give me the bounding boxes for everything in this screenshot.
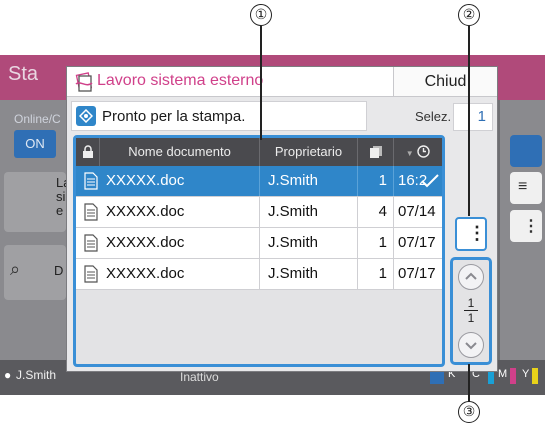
callout-2-line: [468, 26, 470, 216]
column-header-owner[interactable]: Proprietario: [260, 138, 358, 166]
ready-icon: [76, 106, 96, 126]
cell-owner: J.Smith: [260, 259, 358, 289]
table-row[interactable]: XXXXX.doc J.Smith 1 16:2: [76, 166, 442, 197]
magnifier-check-icon: ⌕: [10, 259, 21, 279]
ink-m-label: M: [498, 368, 508, 380]
list-icon: ≡: [518, 178, 528, 195]
callout-1: ①: [250, 4, 272, 26]
close-button[interactable]: Chiud: [393, 67, 497, 96]
selection-count: 1: [453, 103, 493, 131]
total-pages: 1: [467, 311, 475, 325]
current-page: 1: [464, 296, 478, 311]
status-text: Pronto per la stampa.: [102, 108, 246, 125]
background-title: Sta: [8, 63, 39, 85]
job-list-table: Nome documento Proprietario ▼ XXXXX.doc J…: [73, 135, 445, 367]
user-name: J.Smith: [16, 368, 57, 382]
time-value: 07/14: [398, 203, 436, 220]
selection-label: Selez.: [415, 109, 452, 124]
table-row[interactable]: XXXXX.doc J.Smith 4 07/14: [76, 197, 442, 228]
cell-copies: 1: [358, 166, 394, 196]
callout-1-line: [260, 26, 262, 140]
dialog-titlebar: Lavoro sistema esterno Chiud: [67, 67, 497, 97]
table-row[interactable]: XXXXX.doc J.Smith 1 07/17: [76, 259, 442, 290]
callout-3: ③: [458, 401, 480, 423]
device-status: Inattivo: [180, 370, 219, 384]
page-down-button[interactable]: [458, 332, 484, 358]
page-scroller: 1 1: [450, 257, 492, 365]
cell-document-name: XXXXX.doc: [76, 197, 260, 227]
cell-document-name: XXXXX.doc: [76, 259, 260, 289]
document-icon: [84, 234, 98, 252]
cell-copies: 1: [358, 259, 394, 289]
chevron-up-icon: [465, 272, 477, 280]
status-bar: Pronto per la stampa.: [71, 101, 367, 131]
column-header-copies[interactable]: [358, 138, 394, 166]
table-row[interactable]: XXXXX.doc J.Smith 1 07/17: [76, 228, 442, 259]
callout-3-line: [468, 364, 470, 402]
cell-copies: 1: [358, 228, 394, 258]
online-on-button[interactable]: ON: [14, 130, 56, 158]
chevron-down-icon: [465, 342, 477, 350]
cell-time: 07/14: [394, 197, 442, 227]
background-search-button[interactable]: ⌕ D: [4, 245, 66, 300]
kebab-icon: ⋮: [523, 218, 539, 235]
cell-copies: 4: [358, 197, 394, 227]
cell-time: 07/17: [394, 259, 442, 289]
page-up-button[interactable]: [458, 264, 484, 290]
column-header-time[interactable]: ▼: [394, 138, 442, 166]
sort-arrow-icon: ▼: [405, 149, 414, 158]
dialog-title: Lavoro sistema esterno: [97, 72, 264, 89]
background-menu-button[interactable]: ⋮: [510, 210, 542, 242]
document-icon: [84, 172, 98, 190]
callout-2: ②: [458, 4, 480, 26]
time-value: 07/17: [398, 265, 436, 282]
grid-view-button[interactable]: [510, 135, 542, 167]
column-header-document-name[interactable]: Nome documento: [100, 138, 260, 166]
document-name: XXXXX.doc: [106, 265, 185, 282]
external-job-icon: [75, 72, 93, 92]
job-menu-button[interactable]: ⋮: [455, 217, 487, 251]
document-icon: [84, 203, 98, 221]
list-view-button[interactable]: ≡: [510, 172, 542, 204]
cell-time: 16:2: [394, 166, 442, 196]
checkmark-icon: [421, 174, 439, 188]
table-header: Nome documento Proprietario ▼: [76, 138, 442, 166]
copies-icon: [369, 146, 382, 158]
lock-column-header[interactable]: [76, 138, 100, 166]
document-icon: [84, 265, 98, 283]
time-value: 07/17: [398, 234, 436, 251]
background-row2-label: D: [54, 263, 64, 278]
kebab-menu-icon: ⋮: [468, 223, 486, 243]
ink-y-label: Y: [522, 368, 530, 380]
online-label: Online/C: [14, 112, 61, 126]
cell-time: 07/17: [394, 228, 442, 258]
cell-owner: J.Smith: [260, 228, 358, 258]
document-name: XXXXX.doc: [106, 234, 185, 251]
lock-icon: [82, 145, 93, 158]
document-name: XXXXX.doc: [106, 172, 185, 189]
page-indicator: 1 1: [453, 296, 489, 325]
clock-icon: [417, 145, 430, 158]
external-system-job-dialog: Lavoro sistema esterno Chiud Pronto per …: [66, 66, 498, 372]
document-name: XXXXX.doc: [106, 203, 185, 220]
cell-document-name: XXXXX.doc: [76, 166, 260, 196]
cell-document-name: XXXXX.doc: [76, 228, 260, 258]
background-job-button[interactable]: La si e: [4, 172, 66, 232]
user-icon: ●: [4, 368, 12, 382]
cell-owner: J.Smith: [260, 197, 358, 227]
cell-owner: J.Smith: [260, 166, 358, 196]
background-job-label: La si e: [56, 176, 66, 218]
